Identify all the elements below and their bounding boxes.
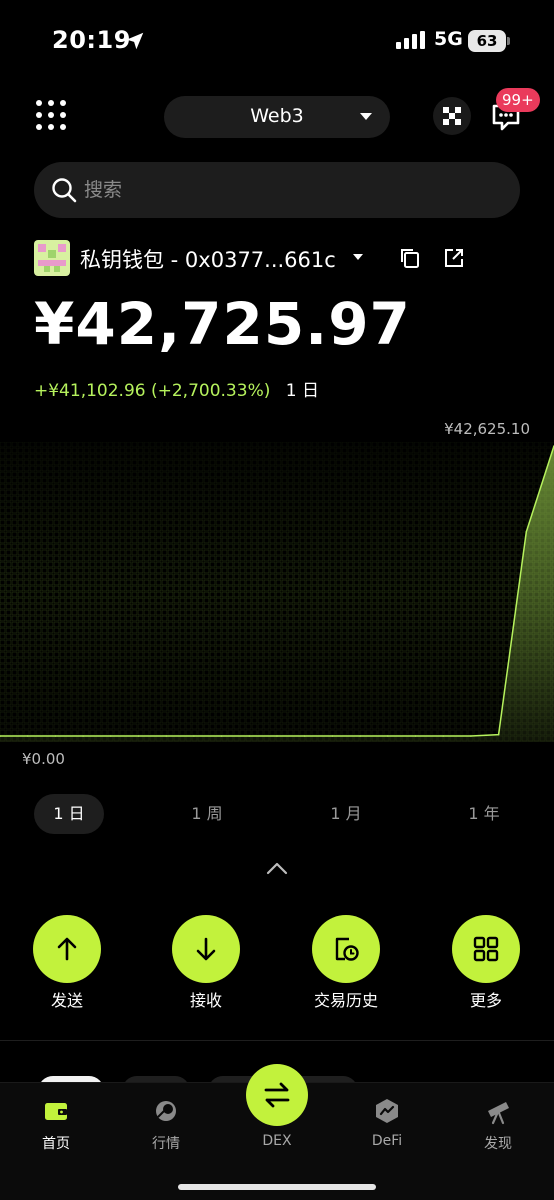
send-action[interactable]: 发送 (7, 915, 127, 1015)
defi-icon (376, 1099, 398, 1123)
nav-home[interactable]: 首页 (16, 1097, 96, 1157)
caret-down-icon (360, 113, 372, 120)
nav-market-label: 行情 (152, 1136, 180, 1152)
send-label: 发送 (50, 991, 83, 1010)
chart-point (165, 735, 167, 737)
network-selector-label: Web3 (250, 105, 304, 127)
range-tab-1y[interactable]: 1 年 (449, 794, 519, 834)
chart-point (525, 531, 528, 533)
pnl-period: 1 日 (285, 381, 319, 401)
home-indicator (178, 1184, 376, 1190)
chart-point (276, 735, 278, 737)
arrow-up-icon (57, 937, 77, 961)
chart-point (26, 735, 29, 737)
external-link-icon[interactable] (442, 246, 466, 270)
grid-icon (473, 936, 499, 962)
chart-point (331, 735, 334, 737)
chart-point (470, 735, 472, 737)
more-button[interactable] (452, 915, 520, 983)
battery-tip (507, 37, 510, 45)
grid-menu-icon[interactable] (34, 98, 68, 132)
nav-discover[interactable]: 发现 (458, 1097, 538, 1157)
status-bar: 20:19 5G 63 (0, 0, 554, 80)
nav-defi[interactable]: DeFi (347, 1097, 427, 1157)
history-icon (335, 937, 359, 961)
wallet-avatar[interactable] (34, 240, 70, 276)
range-tab-1m[interactable]: 1 月 (311, 794, 381, 834)
chart-point (387, 735, 389, 737)
chart-max-label: ¥42,625.10 (444, 420, 530, 438)
arrow-down-icon (196, 937, 216, 961)
receive-action[interactable]: 接收 (146, 915, 266, 1015)
wallet-name[interactable]: 私钥钱包 - 0x0377...661c (80, 244, 336, 274)
cellular-signal-icon (396, 31, 425, 49)
history-action[interactable]: 交易历史 (286, 915, 406, 1015)
telescope-icon (488, 1102, 509, 1125)
location-arrow-icon (126, 32, 144, 50)
chart-point (303, 735, 306, 737)
nav-home-label: 首页 (42, 1136, 70, 1152)
swap-icon (264, 1082, 290, 1108)
chevron-up-icon[interactable] (262, 858, 292, 878)
dex-swap-button[interactable] (246, 1064, 308, 1126)
wallet-caret-down-icon[interactable] (353, 254, 363, 260)
wallet-icon (45, 1103, 67, 1120)
nav-defi-label: DeFi (371, 1133, 403, 1149)
total-balance: ¥42,725.97 (34, 290, 411, 358)
chart-min-label: ¥0.00 (22, 750, 65, 768)
copy-icon[interactable] (398, 246, 422, 270)
chart-point (359, 735, 361, 737)
send-button[interactable] (33, 915, 101, 983)
pnl-row: +¥41,102.96 (+2,700.33%) 1 日 (34, 376, 319, 401)
chart-point (193, 735, 195, 737)
chart-point (54, 735, 57, 737)
range-tab-1w[interactable]: 1 周 (172, 794, 242, 834)
chart-point (414, 735, 417, 737)
more-label: 更多 (469, 991, 502, 1010)
chart-point (82, 735, 84, 737)
chart-point (442, 735, 445, 737)
pnl-change: +¥41,102.96 (+2,700.33%) (34, 381, 271, 401)
search-input[interactable] (84, 162, 504, 218)
receive-label: 接收 (189, 991, 222, 1010)
chart-point (248, 735, 251, 737)
nav-dex-label: DEX (262, 1133, 292, 1149)
chart-point (110, 735, 112, 737)
nav-discover-label: 发现 (484, 1136, 512, 1152)
market-icon (156, 1101, 176, 1121)
notification-badge: 99+ (496, 88, 540, 112)
battery-icon: 63 (468, 30, 506, 52)
nav-market[interactable]: 行情 (126, 1097, 206, 1157)
time-range-tabs: 1 日 1 周 1 月 1 年 (34, 794, 520, 834)
history-button[interactable] (312, 915, 380, 983)
chart-point (497, 733, 500, 736)
more-action[interactable]: 更多 (426, 915, 546, 1015)
range-tab-1d[interactable]: 1 日 (34, 794, 104, 834)
chart-fade-overlay (0, 442, 554, 742)
chart-point (220, 735, 223, 737)
chart-point (137, 735, 140, 737)
section-divider (0, 1040, 554, 1041)
receive-button[interactable] (172, 915, 240, 983)
wallet-home-screen: 20:19 5G 63 Web3 99+ 搜索 私钥钱包 - 0x0377...… (0, 0, 554, 1200)
network-selector[interactable]: Web3 (164, 96, 390, 138)
history-label: 交易历史 (313, 991, 378, 1010)
search-bar[interactable] (34, 162, 520, 218)
balance-chart[interactable] (0, 442, 554, 742)
okx-logo-icon[interactable] (432, 96, 472, 136)
network-type: 5G (434, 28, 463, 50)
status-time: 20:19 (52, 26, 131, 54)
search-icon (52, 178, 77, 203)
